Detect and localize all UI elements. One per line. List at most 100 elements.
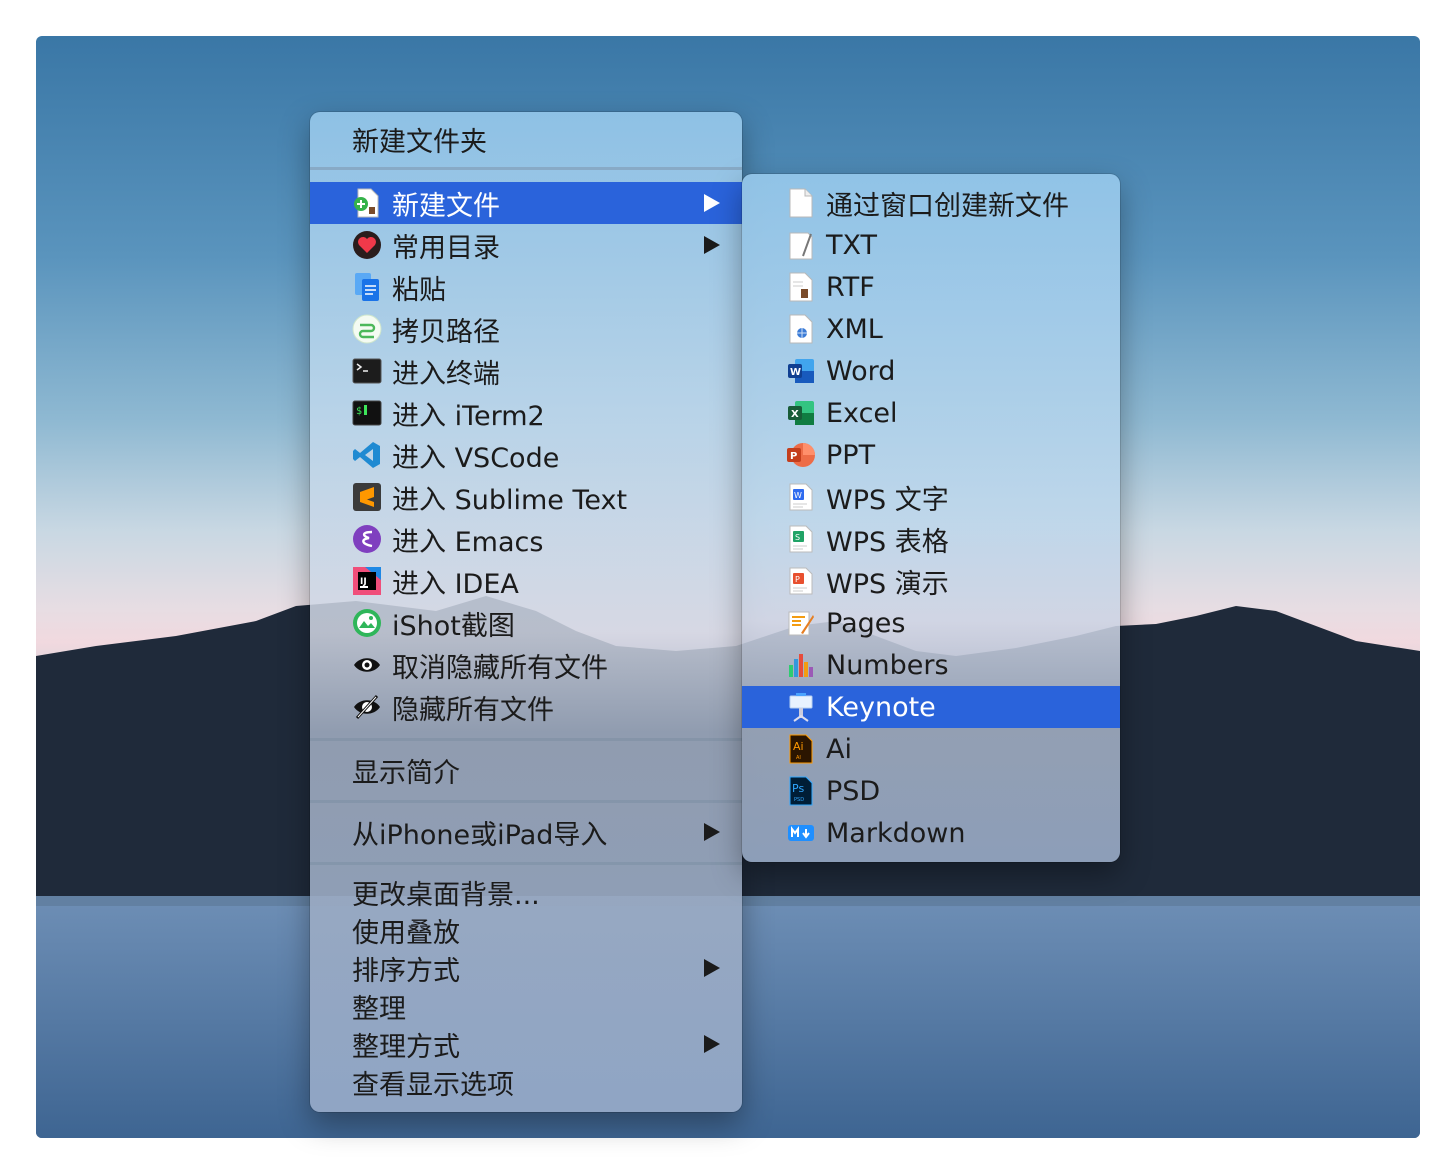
svg-text:AI: AI bbox=[796, 755, 801, 761]
menu-item-new-file[interactable]: 新建文件 bbox=[310, 182, 742, 224]
vscode-icon bbox=[352, 440, 382, 470]
submenu-arrow-icon bbox=[704, 1035, 720, 1053]
submenu-item-numbers[interactable]: Numbers bbox=[742, 644, 1120, 686]
emacs-icon bbox=[352, 524, 382, 554]
favorites-label: 常用目录 bbox=[392, 232, 500, 264]
menu-item-hide-all[interactable]: 隐藏所有文件 bbox=[310, 686, 742, 728]
menu-item-clean-up-by[interactable]: 整理方式 bbox=[310, 1025, 742, 1063]
submenu-item-rtf[interactable]: RTF bbox=[742, 266, 1120, 308]
markdown-label: Markdown bbox=[826, 817, 966, 849]
submenu-item-excel[interactable]: X Excel bbox=[742, 392, 1120, 434]
menu-item-sublime[interactable]: 进入 Sublime Text bbox=[310, 476, 742, 518]
wps-slide-label: WPS 演示 bbox=[826, 568, 949, 600]
menu-item-get-info[interactable]: 显示简介 bbox=[310, 749, 742, 791]
markdown-icon bbox=[786, 818, 816, 848]
submenu-item-xml[interactable]: XML bbox=[742, 308, 1120, 350]
excel-label: Excel bbox=[826, 397, 898, 429]
excel-icon: X bbox=[786, 398, 816, 428]
pages-icon bbox=[786, 608, 816, 638]
context-menu: 新建文件夹 新建文件 常用目录 粘贴 拷贝路径 进入终端 $ 进入 iTerm2… bbox=[310, 112, 742, 1112]
new-folder-item[interactable]: 新建文件夹 bbox=[310, 117, 742, 161]
pages-label: Pages bbox=[826, 607, 906, 639]
txt-label: TXT bbox=[826, 229, 878, 261]
ai-icon: Ai AI bbox=[786, 734, 816, 764]
submenu-item-wps-slide[interactable]: P WPS 演示 bbox=[742, 560, 1120, 602]
menu-item-ishot[interactable]: iShot截图 bbox=[310, 602, 742, 644]
sublime-label: 进入 Sublime Text bbox=[392, 484, 628, 516]
xml-icon bbox=[786, 314, 816, 344]
psd-icon: Ps PSD bbox=[786, 776, 816, 806]
submenu-item-txt[interactable]: TXT bbox=[742, 224, 1120, 266]
submenu-arrow-icon bbox=[704, 959, 720, 977]
submenu-item-pages[interactable]: Pages bbox=[742, 602, 1120, 644]
submenu-item-psd[interactable]: Ps PSD PSD bbox=[742, 770, 1120, 812]
submenu-arrow-icon bbox=[704, 823, 720, 841]
numbers-label: Numbers bbox=[826, 649, 949, 681]
heart-icon bbox=[352, 230, 382, 260]
submenu-item-wps-writer[interactable]: W WPS 文字 bbox=[742, 476, 1120, 518]
svg-text:P: P bbox=[795, 575, 800, 584]
menu-item-emacs[interactable]: 进入 Emacs bbox=[310, 518, 742, 560]
ishot-icon bbox=[352, 608, 382, 638]
view-options-label: 查看显示选项 bbox=[352, 1069, 514, 1101]
clean-up-by-label: 整理方式 bbox=[352, 1031, 460, 1063]
menu-item-favorites[interactable]: 常用目录 bbox=[310, 224, 742, 266]
emacs-label: 进入 Emacs bbox=[392, 526, 544, 558]
menu-item-sort-by[interactable]: 排序方式 bbox=[310, 949, 742, 987]
submenu-item-wps-sheet[interactable]: S WPS 表格 bbox=[742, 518, 1120, 560]
svg-text:IJ: IJ bbox=[360, 577, 367, 587]
eye-slash-icon bbox=[352, 692, 382, 722]
show-hidden-label: 取消隐藏所有文件 bbox=[392, 652, 608, 684]
submenu-item-markdown[interactable]: Markdown bbox=[742, 812, 1120, 854]
submenu-item-ai[interactable]: Ai AI Ai bbox=[742, 728, 1120, 770]
menu-item-terminal[interactable]: 进入终端 bbox=[310, 350, 742, 392]
import-iphone-label: 从iPhone或iPad导入 bbox=[352, 819, 608, 851]
menu-item-import-iphone[interactable]: 从iPhone或iPad导入 bbox=[310, 811, 742, 853]
svg-text:Ps: Ps bbox=[792, 782, 804, 795]
vscode-label: 进入 VSCode bbox=[392, 442, 560, 474]
svg-text:W: W bbox=[790, 367, 801, 378]
menu-item-change-wallpaper[interactable]: 更改桌面背景... bbox=[310, 873, 742, 911]
svg-text:$: $ bbox=[356, 406, 362, 417]
menu-item-vscode[interactable]: 进入 VSCode bbox=[310, 434, 742, 476]
menu-item-use-stacks[interactable]: 使用叠放 bbox=[310, 911, 742, 949]
terminal-label: 进入终端 bbox=[392, 358, 500, 390]
paste-label: 粘贴 bbox=[392, 274, 446, 306]
ppt-icon: P bbox=[786, 440, 816, 470]
submenu-item-word[interactable]: W Word bbox=[742, 350, 1120, 392]
copy-path-label: 拷贝路径 bbox=[392, 316, 500, 348]
svg-text:S: S bbox=[795, 533, 800, 542]
menu-item-paste[interactable]: 粘贴 bbox=[310, 266, 742, 308]
word-label: Word bbox=[826, 355, 896, 387]
menu-item-copy-path[interactable]: 拷贝路径 bbox=[310, 308, 742, 350]
submenu-item-new-via-window[interactable]: 通过窗口创建新文件 bbox=[742, 182, 1120, 224]
sublime-icon bbox=[352, 482, 382, 512]
idea-icon: IJ bbox=[352, 566, 382, 596]
menu-item-show-hidden[interactable]: 取消隐藏所有文件 bbox=[310, 644, 742, 686]
menu-item-idea[interactable]: IJ 进入 IDEA bbox=[310, 560, 742, 602]
wps-sheet-icon: S bbox=[786, 524, 816, 554]
ai-label: Ai bbox=[826, 733, 852, 765]
word-icon: W bbox=[786, 356, 816, 386]
xml-label: XML bbox=[826, 313, 883, 345]
change-wallpaper-label: 更改桌面背景... bbox=[352, 879, 540, 911]
new-file-submenu: 通过窗口创建新文件 TXT RTF XML W Word X Excel P P… bbox=[742, 174, 1120, 862]
rtf-icon bbox=[786, 272, 816, 302]
submenu-arrow-icon bbox=[704, 194, 720, 212]
clean-up-label: 整理 bbox=[352, 993, 406, 1025]
menu-separator bbox=[310, 862, 742, 865]
keynote-icon bbox=[786, 692, 816, 722]
terminal-icon bbox=[352, 356, 382, 386]
menu-item-view-options[interactable]: 查看显示选项 bbox=[310, 1063, 742, 1101]
rtf-label: RTF bbox=[826, 271, 875, 303]
menu-item-iterm2[interactable]: $ 进入 iTerm2 bbox=[310, 392, 742, 434]
submenu-item-ppt[interactable]: P PPT bbox=[742, 434, 1120, 476]
submenu-item-keynote[interactable]: Keynote bbox=[742, 686, 1120, 728]
wps-sheet-label: WPS 表格 bbox=[826, 526, 949, 558]
menu-separator bbox=[310, 167, 742, 170]
txt-icon bbox=[786, 230, 816, 260]
new-via-window-label: 通过窗口创建新文件 bbox=[826, 190, 1069, 222]
get-info-label: 显示简介 bbox=[352, 757, 460, 789]
menu-item-clean-up[interactable]: 整理 bbox=[310, 987, 742, 1025]
hide-all-label: 隐藏所有文件 bbox=[392, 694, 554, 726]
